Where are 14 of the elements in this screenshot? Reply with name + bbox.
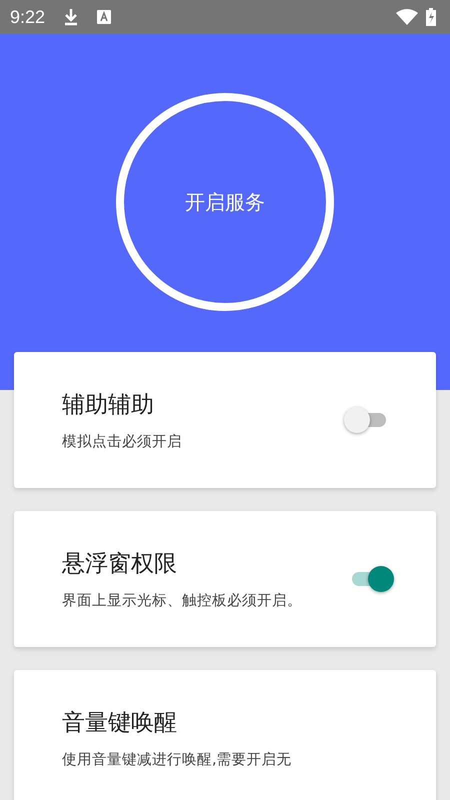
- setting-description: 界面上显示光标、触控板必须开启。: [62, 592, 303, 610]
- setting-title: 辅助辅助: [62, 391, 155, 420]
- battery-icon: [426, 8, 436, 26]
- keyboard-icon: [97, 10, 112, 24]
- setting-description: 模拟点击必须开启: [62, 432, 183, 451]
- download-icon: [63, 8, 80, 26]
- toggle-switch[interactable]: [344, 407, 388, 433]
- wifi-icon: [396, 9, 418, 25]
- start-service-button[interactable]: 开启服务: [116, 93, 334, 311]
- setting-title: 悬浮窗权限: [62, 550, 178, 579]
- setting-title: 音量键唤醒: [62, 709, 178, 738]
- status-time: 9:22: [10, 6, 46, 28]
- setting-description: 使用音量键减进行唤醒,需要开启无: [62, 750, 293, 769]
- toggle-switch[interactable]: [350, 566, 394, 592]
